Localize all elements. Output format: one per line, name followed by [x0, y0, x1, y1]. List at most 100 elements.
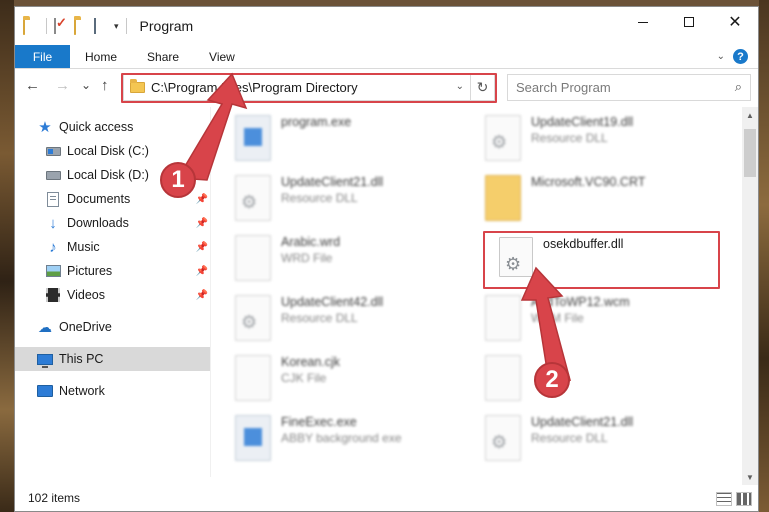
maximize-button[interactable] [666, 7, 712, 37]
file-icon [235, 235, 271, 281]
window-title: Program [139, 18, 194, 34]
minimize-button[interactable] [620, 7, 666, 37]
properties-icon[interactable] [94, 18, 110, 34]
file-item[interactable]: UpdateClient19.dll Resource DLL [465, 111, 695, 167]
help-icon[interactable]: ? [733, 49, 748, 64]
sidebar-item-this-pc[interactable]: This PC [15, 347, 210, 371]
sidebar-item-videos[interactable]: Videos 📌 [45, 283, 210, 307]
folder-icon [23, 18, 39, 35]
explorer-window: ▾ Program ✕ File Home Share View ⌄ ? ← →… [14, 6, 759, 512]
tab-file[interactable]: File [15, 45, 70, 68]
customize-toolbar-dropdown[interactable]: ▾ [114, 21, 119, 32]
sidebar-item-label: OneDrive [59, 320, 112, 334]
sidebar-item-label: Quick access [59, 120, 134, 134]
sidebar-item-label: Documents [67, 192, 131, 206]
sidebar-item-music[interactable]: ♪ Music 📌 [45, 235, 210, 259]
dll-file-icon [235, 295, 271, 341]
file-item[interactable] [465, 351, 695, 407]
quick-access-toolbar: ▾ [15, 18, 130, 35]
file-item[interactable]: AddToWP12.wcm WCM File [465, 291, 695, 347]
status-bar: 102 items [15, 485, 758, 511]
file-highlight-box [483, 231, 720, 289]
file-type: Resource DLL [281, 191, 358, 205]
pin-icon: 📌 [195, 289, 208, 301]
network-icon [37, 383, 53, 399]
vertical-scrollbar[interactable]: ▲ ▼ [742, 107, 758, 485]
desktop-background-left [0, 0, 14, 512]
scroll-up-icon[interactable]: ▲ [742, 107, 758, 123]
sidebar-item-quick-access[interactable]: ★ Quick access [37, 115, 210, 139]
up-button[interactable]: ↑ [101, 77, 109, 94]
callout-two: 2 [534, 362, 570, 398]
sidebar-item-label: Music [67, 240, 100, 254]
forward-button[interactable]: → [55, 77, 70, 94]
file-item[interactable]: program.exe [215, 111, 445, 167]
file-item[interactable]: UpdateClient21.dll Resource DLL [215, 171, 445, 227]
sidebar-item-label: Network [59, 384, 105, 398]
navigation-bar: ← → ⌄ ↑ C:\Program Files\Program Directo… [15, 73, 758, 103]
sidebar-item-downloads[interactable]: ↓ Downloads 📌 [45, 211, 210, 235]
scrollbar-thumb[interactable] [744, 129, 756, 177]
file-name: UpdateClient42.dll [281, 295, 384, 309]
file-name: Arabic.wrd [281, 235, 341, 249]
dll-file-icon [485, 115, 521, 161]
file-item[interactable]: UpdateClient21.dll Resource DLL [465, 411, 695, 467]
file-item[interactable]: UpdateClient42.dll Resource DLL [215, 291, 445, 347]
file-item[interactable]: Microsoft.VC90.CRT [465, 171, 695, 227]
star-icon: ★ [38, 119, 52, 136]
file-type: Resource DLL [531, 431, 608, 445]
computer-icon [37, 351, 53, 368]
exe-file-icon [235, 415, 271, 461]
tab-home[interactable]: Home [70, 45, 132, 68]
close-button[interactable]: ✕ [712, 7, 758, 37]
tab-share[interactable]: Share [132, 45, 194, 68]
sidebar-item-label: Local Disk (D:) [67, 168, 149, 182]
new-folder-icon[interactable] [74, 18, 90, 35]
recent-locations-button[interactable]: ⌄ [81, 78, 91, 92]
pin-icon: 📌 [195, 241, 208, 253]
pin-icon: 📌 [195, 193, 208, 205]
file-item[interactable]: Korean.cjk CJK File [215, 351, 445, 407]
dll-file-icon [485, 415, 521, 461]
file-icon [485, 355, 521, 401]
pin-icon: 📌 [195, 217, 208, 229]
file-item[interactable]: FineExec.exe ABBY background exe [215, 411, 445, 467]
search-icon[interactable]: ⌕ [735, 79, 742, 95]
search-box[interactable]: ⌕ [507, 74, 751, 101]
sidebar-item-pictures[interactable]: Pictures 📌 [45, 259, 210, 283]
back-button[interactable]: ← [25, 77, 40, 94]
close-icon: ✕ [728, 14, 742, 31]
sidebar-item-label: Videos [67, 288, 105, 302]
desktop-background-right [759, 0, 769, 512]
file-icon [485, 295, 521, 341]
drive-icon [45, 167, 61, 183]
properties-check-icon[interactable] [54, 18, 70, 34]
cloud-icon: ☁ [38, 318, 52, 335]
file-type: WRD File [281, 251, 333, 265]
file-list: program.exe UpdateClient19.dll Resource D… [215, 107, 745, 477]
sidebar-item-onedrive[interactable]: ☁ OneDrive [37, 315, 210, 339]
sidebar-item-label: Downloads [67, 216, 129, 230]
search-input[interactable] [516, 80, 716, 95]
sidebar-item-network[interactable]: Network [37, 379, 210, 403]
file-name: UpdateClient21.dll [281, 175, 384, 189]
expand-ribbon-icon[interactable]: ⌄ [717, 51, 725, 62]
large-icons-view-icon[interactable] [736, 492, 752, 506]
sidebar-item-label: Local Disk (C:) [67, 144, 149, 158]
tab-view[interactable]: View [194, 45, 250, 68]
details-view-icon[interactable] [716, 492, 732, 506]
folder-icon [485, 175, 521, 221]
file-type: Resource DLL [531, 131, 608, 145]
drive-icon [45, 143, 61, 159]
callout-one: 1 [160, 162, 196, 198]
scroll-down-icon[interactable]: ▼ [742, 469, 758, 485]
maximize-icon [684, 17, 694, 27]
dll-file-icon [235, 175, 271, 221]
pane-divider [210, 107, 211, 477]
file-name: UpdateClient19.dll [531, 115, 634, 129]
file-item[interactable]: Arabic.wrd WRD File [215, 231, 445, 287]
sidebar-item-local-disk-c[interactable]: Local Disk (C:) 📌 [45, 139, 210, 163]
file-name: UpdateClient21.dll [531, 415, 634, 429]
pin-icon: 📌 [195, 265, 208, 277]
file-type: CJK File [281, 371, 327, 385]
